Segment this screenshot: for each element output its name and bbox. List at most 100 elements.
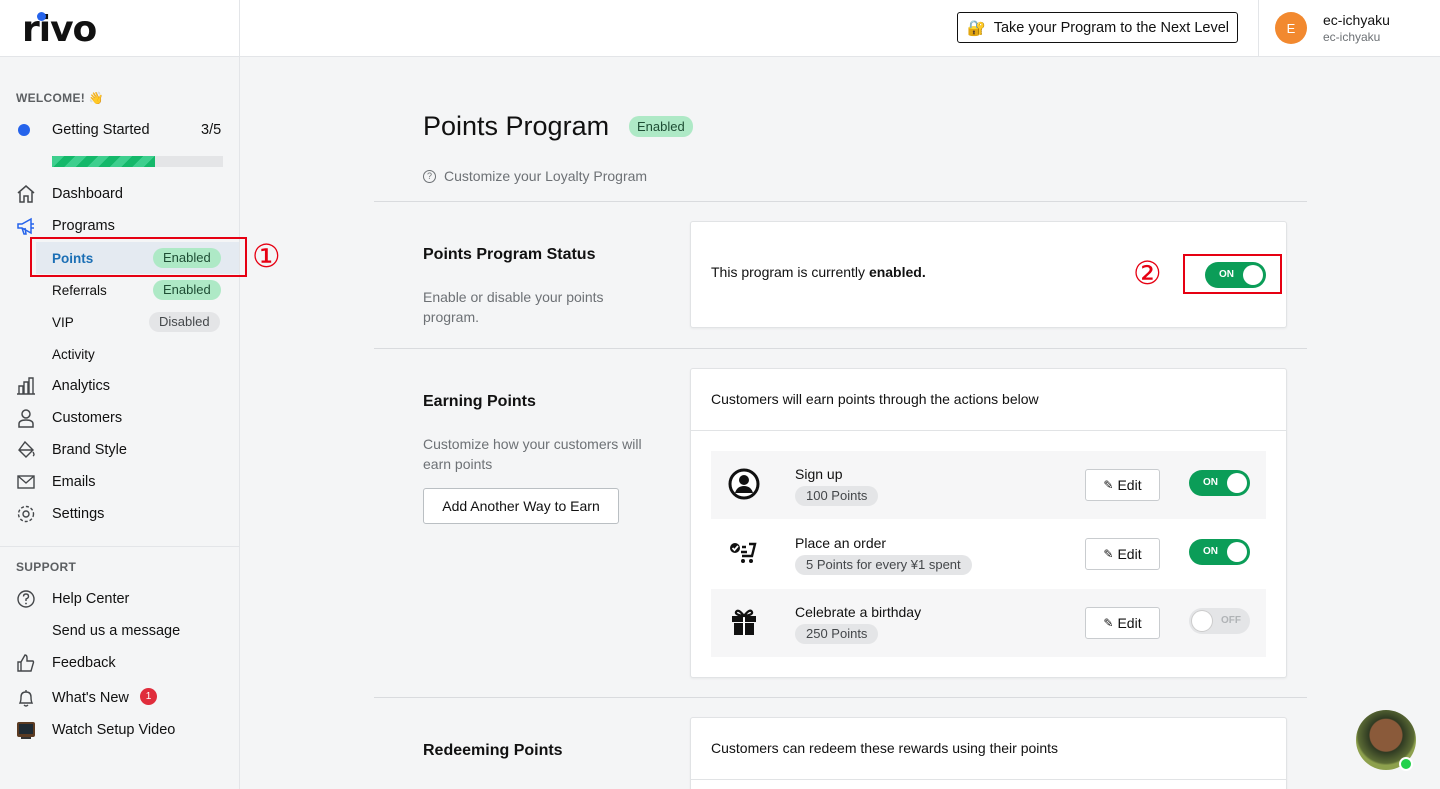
- getting-started-count: 3/5: [201, 122, 222, 138]
- upgrade-button[interactable]: 🔐 Take your Program to the Next Level: [957, 12, 1238, 43]
- divider: [374, 697, 1307, 698]
- sidebar-item-help-center[interactable]: Help Center: [0, 583, 239, 615]
- getting-started-link[interactable]: Getting Started: [52, 122, 150, 138]
- sidebar-item-label: Emails: [52, 474, 96, 490]
- envelope-icon: [17, 475, 35, 489]
- add-way-to-earn-button[interactable]: Add Another Way to Earn: [423, 488, 619, 524]
- sidebar-item-label: Feedback: [52, 655, 116, 671]
- getting-started-dot-icon: [18, 124, 30, 136]
- sidebar-item-label: Programs: [52, 218, 115, 234]
- divider: [691, 779, 1286, 780]
- user-name[interactable]: ec-ichyaku: [1323, 12, 1390, 28]
- tv-icon: [17, 722, 35, 739]
- cart-check-icon: [730, 542, 757, 563]
- bar-chart-icon: [17, 377, 35, 395]
- divider: [1258, 0, 1259, 57]
- section-title: Redeeming Points: [423, 742, 563, 759]
- sidebar-item-whats-new[interactable]: What's New: [0, 682, 239, 714]
- subtitle-text: Customize your Loyalty Program: [444, 168, 648, 184]
- section-description: Enable or disable your points program.: [423, 289, 604, 325]
- annotation-marker: ②: [1133, 255, 1162, 291]
- earning-rule-row: Celebrate a birthday 250 Points ✎ Edit OF…: [711, 589, 1266, 657]
- sidebar-item-label: Settings: [52, 506, 105, 522]
- pencil-icon: ✎: [1103, 616, 1114, 630]
- notification-badge: 1: [140, 688, 157, 705]
- upgrade-label: Take your Program to the Next Level: [993, 19, 1230, 36]
- divider: [0, 546, 239, 547]
- thumbs-up-icon: [17, 654, 35, 672]
- getting-started-progress: [52, 156, 223, 167]
- annotation-marker: ①: [252, 238, 281, 274]
- store-name: ec-ichyaku: [1323, 30, 1381, 44]
- status-badge: Enabled: [153, 280, 221, 300]
- bell-icon: [18, 690, 34, 707]
- sidebar-item-settings[interactable]: Settings: [0, 498, 239, 530]
- divider: [239, 0, 240, 57]
- question-icon: ?: [423, 169, 436, 183]
- gear-icon: [17, 505, 35, 523]
- top-bar: rivo 🔐 Take your Program to the Next Lev…: [0, 0, 1440, 57]
- section-description: Customize how your customers will earn p…: [423, 436, 642, 472]
- sidebar-item-feedback[interactable]: Feedback: [0, 647, 239, 679]
- sidebar-item-label: Referrals: [52, 282, 107, 298]
- page-subtitle[interactable]: ? Customize your Loyalty Program: [423, 168, 647, 184]
- sidebar-item-vip[interactable]: VIP Disabled: [0, 306, 239, 338]
- edit-button[interactable]: ✎ Edit: [1085, 607, 1160, 639]
- megaphone-icon: [17, 217, 34, 235]
- sidebar-item-label: Watch Setup Video: [52, 722, 176, 738]
- rule-name: Place an order: [795, 535, 887, 551]
- sidebar-item-label: What's New: [52, 690, 129, 706]
- edit-button[interactable]: ✎ Edit: [1085, 538, 1160, 570]
- status-badge: Disabled: [149, 312, 220, 332]
- status-badge: Enabled: [629, 116, 693, 137]
- card-heading: Customers can redeem these rewards using…: [711, 740, 1059, 756]
- rule-name: Celebrate a birthday: [795, 604, 922, 620]
- sidebar-item-activity[interactable]: Activity: [0, 338, 239, 370]
- sidebar-item-label: Activity: [52, 346, 95, 362]
- home-icon: [17, 185, 35, 203]
- earning-card: Customers will earn points through the a…: [690, 368, 1287, 678]
- page-title: Points Program: [423, 111, 610, 141]
- rivo-logo[interactable]: rivo: [22, 10, 97, 50]
- gift-icon: [732, 609, 756, 635]
- earning-rule-row: Place an order 5 Points for every ¥1 spe…: [711, 520, 1266, 588]
- rule-reward: 250 Points: [795, 624, 879, 644]
- divider: [374, 348, 1307, 349]
- rule-toggle[interactable]: ON: [1189, 539, 1250, 565]
- annotation-box: [1183, 254, 1282, 294]
- avatar[interactable]: E: [1275, 12, 1307, 44]
- sidebar-item-emails[interactable]: Emails: [0, 466, 239, 498]
- redeem-card: Customers can redeem these rewards using…: [690, 717, 1287, 789]
- sidebar: WELCOME! 👋 Getting Started 3/5 Dashboard…: [0, 57, 240, 789]
- sidebar-item-label: Help Center: [52, 591, 130, 607]
- sidebar-item-analytics[interactable]: Analytics: [0, 370, 239, 402]
- sidebar-item-label: Dashboard: [52, 186, 123, 202]
- sidebar-item-label: VIP: [52, 314, 74, 330]
- earning-rule-row: Sign up 100 Points ✎ Edit ON: [711, 451, 1266, 519]
- sidebar-item-label: Analytics: [52, 378, 111, 394]
- sidebar-item-send-message[interactable]: Send us a message: [0, 615, 239, 647]
- online-status-dot: [1399, 757, 1413, 771]
- sidebar-item-setup-video[interactable]: Watch Setup Video: [0, 714, 239, 746]
- rule-toggle[interactable]: OFF: [1189, 608, 1250, 634]
- sidebar-item-dashboard[interactable]: Dashboard: [0, 178, 239, 210]
- card-heading: Customers will earn points through the a…: [711, 391, 1039, 407]
- pencil-icon: ✎: [1103, 478, 1114, 492]
- paint-bucket-icon: [18, 440, 35, 458]
- sidebar-item-label: Customers: [52, 410, 123, 426]
- rule-reward: 5 Points for every ¥1 spent: [795, 555, 972, 575]
- support-heading: SUPPORT: [16, 560, 77, 574]
- sidebar-item-customers[interactable]: Customers: [0, 402, 239, 434]
- sidebar-item-referrals[interactable]: Referrals Enabled: [0, 274, 239, 306]
- sidebar-item-brand-style[interactable]: Brand Style: [0, 434, 239, 466]
- status-text: This program is currently enabled.: [711, 264, 926, 280]
- rule-toggle[interactable]: ON: [1189, 470, 1250, 496]
- logo-dot: [37, 12, 46, 21]
- help-icon: [17, 590, 35, 608]
- sidebar-item-label: Send us a message: [52, 623, 181, 639]
- edit-button[interactable]: ✎ Edit: [1085, 469, 1160, 501]
- user-circle-icon: [728, 468, 760, 500]
- section-title: Earning Points: [423, 393, 536, 410]
- rule-name: Sign up: [795, 466, 843, 482]
- section-title: Points Program Status: [423, 246, 596, 263]
